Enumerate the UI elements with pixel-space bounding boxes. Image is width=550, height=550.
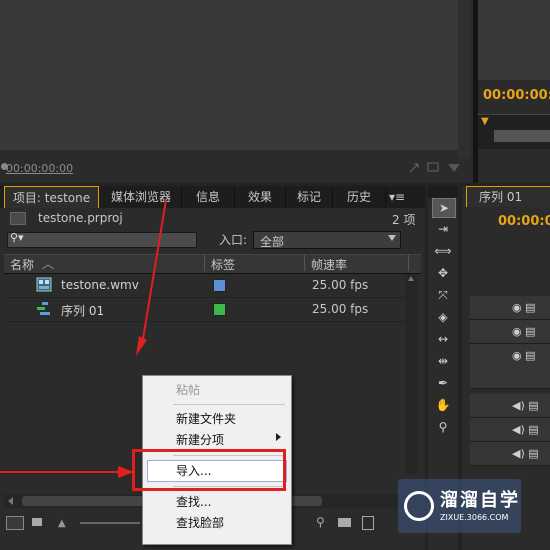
annotation-arrow-to-panel [141, 199, 167, 346]
watermark: 溜溜自学 ZIXUE.3066.COM [398, 479, 521, 533]
arrowhead-icon [118, 466, 134, 478]
watermark-url: ZIXUE.3066.COM [440, 513, 509, 522]
arrowhead-icon [136, 336, 147, 356]
watermark-brand: 溜溜自学 [440, 490, 520, 511]
watermark-logo-icon [404, 491, 434, 521]
annotation-arrows [0, 199, 167, 478]
